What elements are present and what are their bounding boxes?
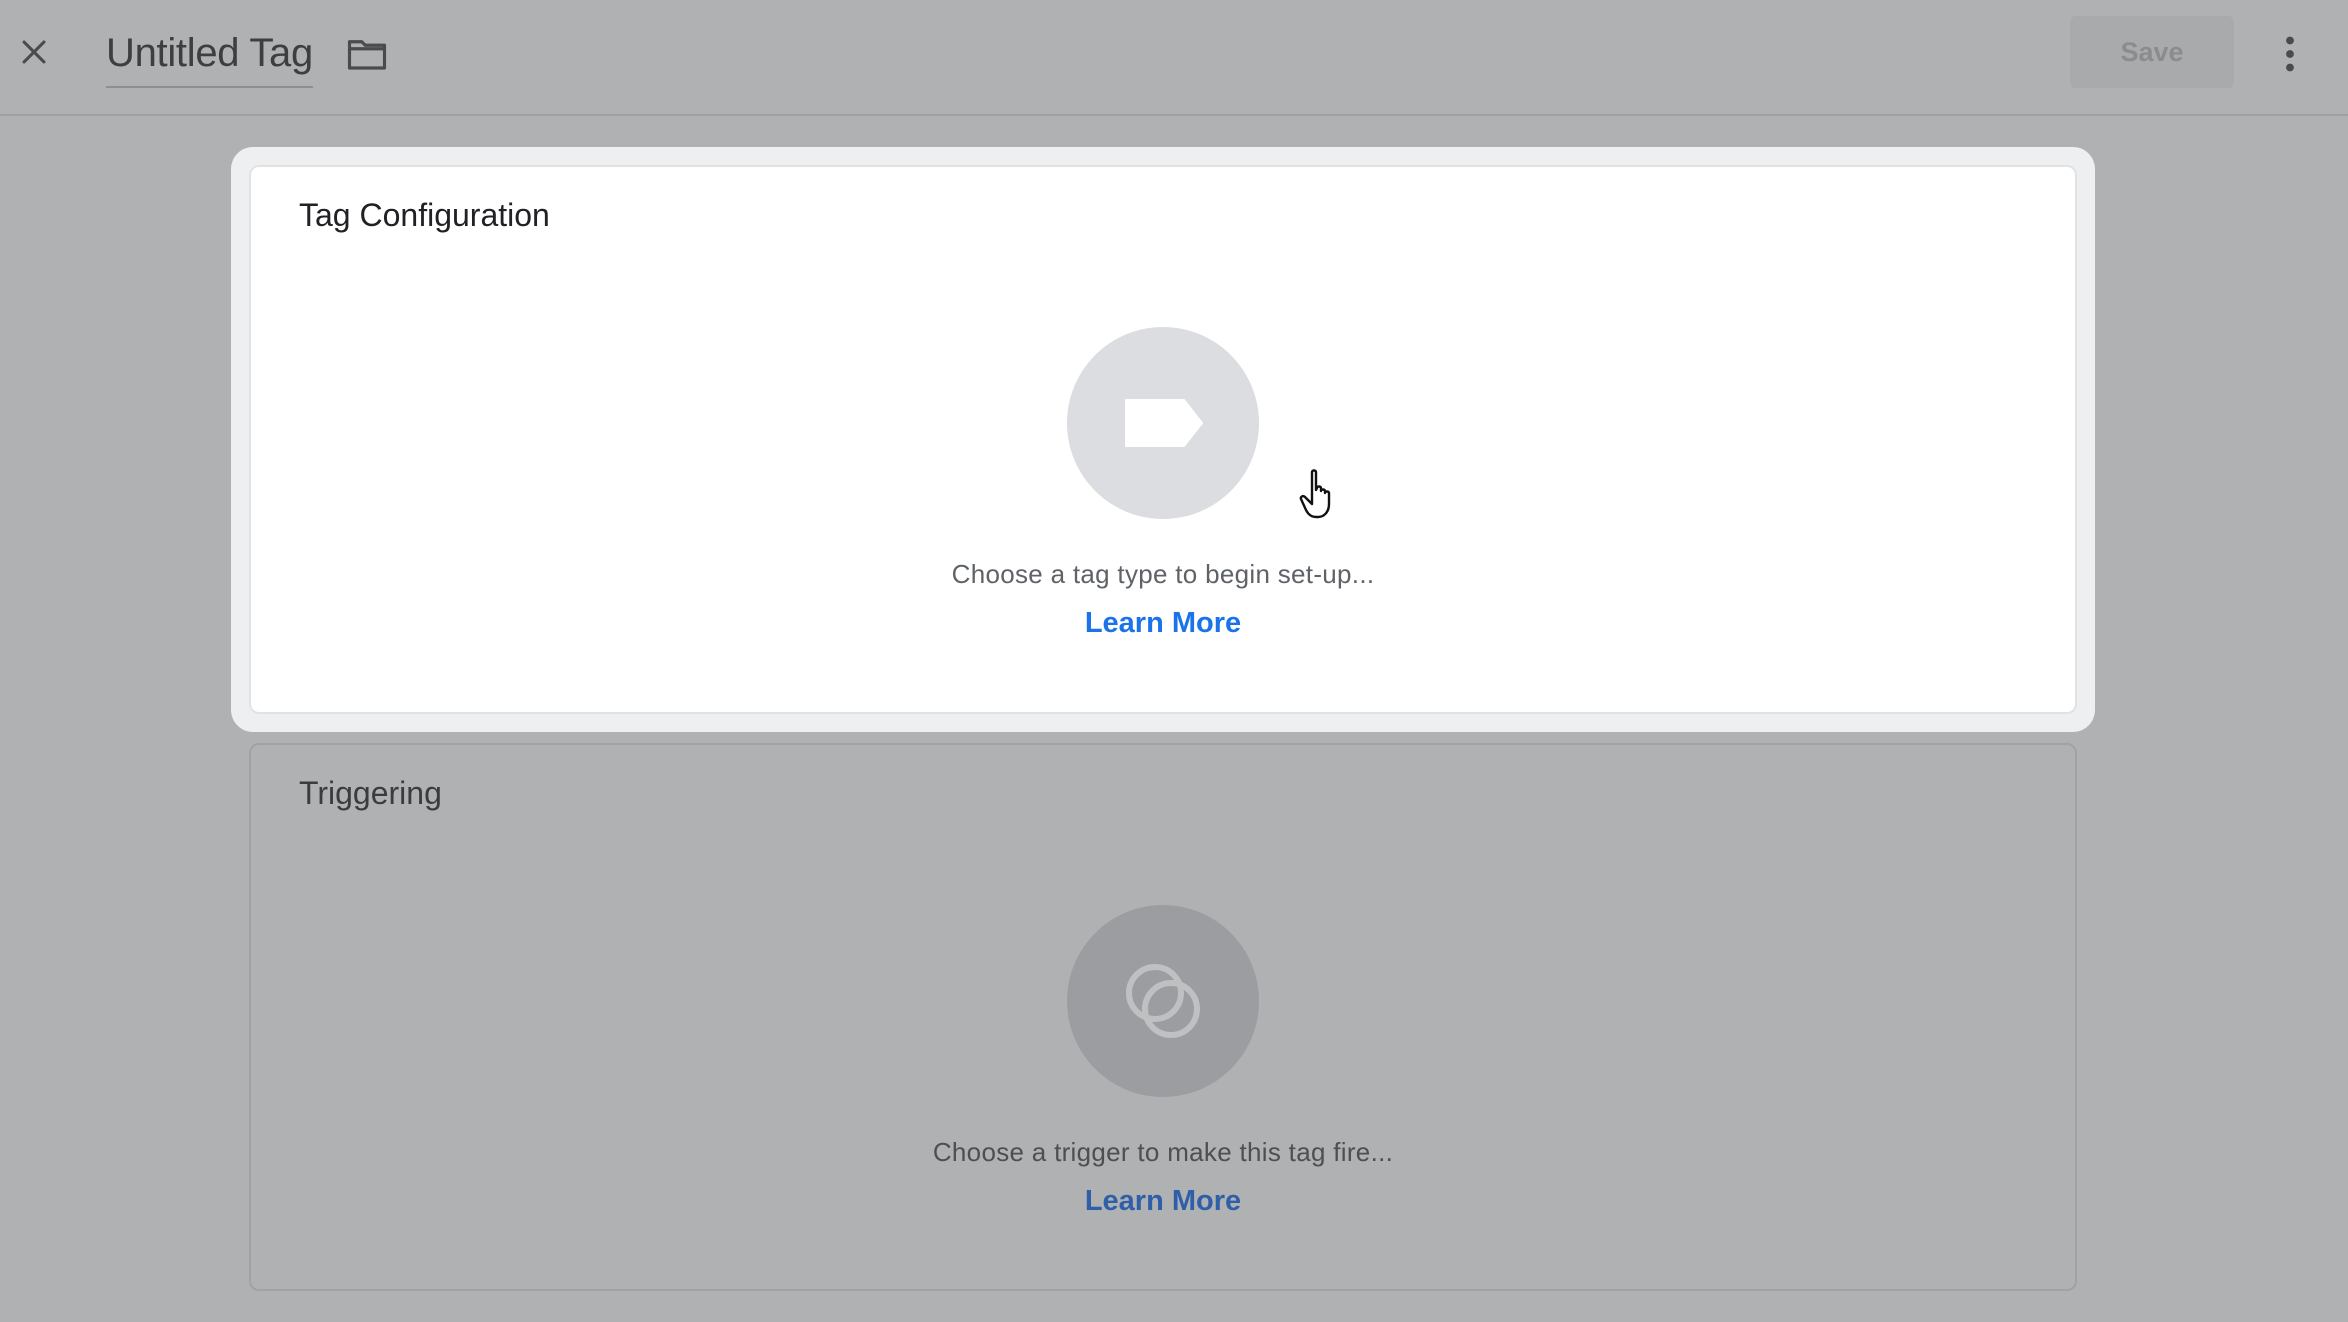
page-title: Untitled Tag <box>106 31 313 75</box>
tag-editor-page: Untitled Tag Save Tag Configuration Choo… <box>0 0 2348 1322</box>
trigger-icon <box>1126 964 1200 1038</box>
save-button[interactable]: Save <box>2070 16 2234 88</box>
close-button[interactable] <box>12 30 56 74</box>
folder-button[interactable] <box>344 32 390 76</box>
folder-icon <box>347 40 387 70</box>
tag-configuration-title: Tag Configuration <box>299 197 550 233</box>
triggering-title: Triggering <box>299 775 442 811</box>
tag-configuration-hint: Choose a tag type to begin set-up... <box>951 559 1375 589</box>
triggering-card[interactable]: Triggering Choose a trigger to make this… <box>249 743 2077 1291</box>
choose-trigger-button[interactable] <box>1067 905 1259 1097</box>
learn-more-link[interactable]: Learn More <box>1085 1185 1241 1217</box>
more-vert-icon <box>2286 36 2294 72</box>
learn-more-link[interactable]: Learn More <box>1085 607 1241 639</box>
tag-icon <box>1125 399 1203 447</box>
choose-tag-type-button[interactable] <box>1067 327 1259 519</box>
tag-configuration-learn-more: Learn More <box>251 607 2075 640</box>
triggering-hint: Choose a trigger to make this tag fire..… <box>932 1137 1394 1167</box>
triggering-learn-more: Learn More <box>251 1185 2075 1218</box>
tag-name-field[interactable]: Untitled Tag <box>106 26 313 88</box>
editor-header: Untitled Tag Save <box>0 0 2348 116</box>
tag-configuration-card[interactable]: Tag Configuration Choose a tag type to b… <box>249 165 2077 714</box>
more-options-button[interactable] <box>2270 30 2310 78</box>
close-icon <box>22 40 46 64</box>
